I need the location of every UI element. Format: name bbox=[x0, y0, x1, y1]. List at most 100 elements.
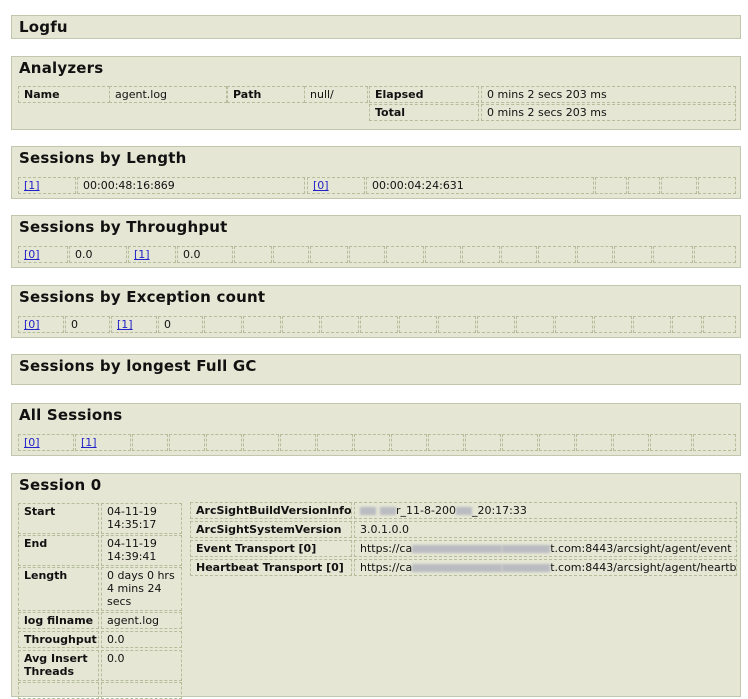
empty-cell bbox=[317, 434, 353, 451]
start-value: 04-11-19 14:35:17 bbox=[101, 503, 182, 534]
session-0-heading: Session 0 bbox=[19, 476, 102, 494]
build-version-value: r_11-8-200 _20:17:33 bbox=[354, 502, 737, 519]
path-label: Path bbox=[227, 86, 305, 103]
empty-cell bbox=[577, 246, 613, 263]
empty-cell bbox=[502, 434, 538, 451]
throughput-detail-value: 0.0 bbox=[101, 631, 182, 648]
empty-cell bbox=[465, 434, 501, 451]
name-value: agent.log bbox=[109, 86, 227, 103]
session-link[interactable]: [1] bbox=[117, 318, 133, 331]
length-link-cell: [1] bbox=[18, 177, 76, 194]
empty-cell bbox=[672, 316, 702, 333]
throughput-value: 0.0 bbox=[177, 246, 233, 263]
elapsed-label: Elapsed bbox=[369, 86, 479, 103]
redacted-block bbox=[360, 507, 376, 515]
avg-insert-threads-label: Avg Insert Threads bbox=[18, 650, 99, 681]
empty-cell bbox=[206, 434, 242, 451]
analyzers-heading: Analyzers bbox=[19, 59, 104, 77]
all-sessions-heading: All Sessions bbox=[19, 406, 123, 424]
length-value: 00:00:48:16:869 bbox=[77, 177, 305, 194]
session-link[interactable]: [0] bbox=[313, 179, 329, 192]
empty-cell bbox=[694, 246, 736, 263]
empty-cell bbox=[538, 246, 576, 263]
redacted-block bbox=[380, 507, 396, 515]
session-0-section: Session 0 Start 04-11-19 14:35:17 End 04… bbox=[11, 473, 741, 699]
empty-cell bbox=[594, 316, 632, 333]
end-label: End bbox=[18, 535, 99, 566]
all-sessions-link-cell: [1] bbox=[75, 434, 131, 451]
name-label: Name bbox=[18, 86, 110, 103]
exception-link-cell: [1] bbox=[111, 316, 157, 333]
event-transport-part-a: https://ca bbox=[360, 542, 413, 555]
session-link[interactable]: [0] bbox=[24, 318, 40, 331]
empty-cell bbox=[693, 434, 736, 451]
empty-cell bbox=[386, 246, 424, 263]
empty-cell bbox=[169, 434, 205, 451]
all-sessions-link-cell: [0] bbox=[18, 434, 74, 451]
heartbeat-transport-label: Heartbeat Transport [0] bbox=[190, 559, 352, 576]
empty-cell bbox=[428, 434, 464, 451]
log-filename-label: log filname bbox=[18, 612, 99, 629]
empty-cell bbox=[613, 434, 649, 451]
sessions-by-exception-heading: Sessions by Exception count bbox=[19, 288, 266, 306]
empty-cell bbox=[633, 316, 671, 333]
sessions-by-exception-section: Sessions by Exception count [0] 0 [1] 0 bbox=[11, 285, 741, 338]
length-link-cell: [0] bbox=[307, 177, 365, 194]
empty-cell bbox=[354, 434, 390, 451]
logfu-header: Logfu bbox=[11, 15, 741, 39]
empty-cell bbox=[650, 434, 692, 451]
empty-cell bbox=[501, 246, 537, 263]
heartbeat-transport-value: https://ca t.com:8443/arcsight/agent/hear… bbox=[354, 559, 737, 576]
session-link[interactable]: [1] bbox=[24, 179, 40, 192]
empty-cell bbox=[310, 246, 348, 263]
event-transport-label: Event Transport [0] bbox=[190, 540, 352, 557]
empty-cell bbox=[539, 434, 575, 451]
build-version-part-b: _20:17:33 bbox=[471, 504, 527, 517]
length-label: Length bbox=[18, 567, 99, 611]
empty-cell bbox=[234, 246, 272, 263]
empty-cell bbox=[349, 246, 385, 263]
heartbeat-transport-part-a: https://ca bbox=[360, 561, 413, 574]
empty-cell bbox=[243, 316, 281, 333]
session-link[interactable]: [0] bbox=[24, 248, 40, 261]
redacted-block bbox=[455, 507, 472, 515]
empty-cell bbox=[614, 246, 652, 263]
empty-cell bbox=[425, 246, 461, 263]
empty-cell bbox=[653, 246, 693, 263]
all-sessions-section: All Sessions [0] [1] bbox=[11, 403, 741, 456]
redacted-block bbox=[412, 564, 503, 572]
session-link[interactable]: [1] bbox=[81, 436, 97, 449]
empty-cell bbox=[595, 177, 627, 194]
empty-cell bbox=[391, 434, 427, 451]
sessions-by-gc-section: Sessions by longest Full GC bbox=[11, 354, 741, 385]
avg-insert-threads-value: 0.0 bbox=[101, 650, 182, 681]
empty-cell bbox=[132, 434, 168, 451]
sessions-by-gc-heading: Sessions by longest Full GC bbox=[19, 357, 257, 375]
redacted-block bbox=[502, 545, 551, 553]
redacted-block bbox=[502, 564, 551, 572]
session-link[interactable]: [0] bbox=[24, 436, 40, 449]
empty-cell bbox=[282, 316, 320, 333]
total-label: Total bbox=[369, 104, 479, 121]
throughput-label: Throughput bbox=[18, 631, 99, 648]
throughput-link-cell: [0] bbox=[18, 246, 68, 263]
end-value: 04-11-19 14:39:41 bbox=[101, 535, 182, 566]
empty-cell bbox=[703, 316, 736, 333]
session-link[interactable]: [1] bbox=[134, 248, 150, 261]
sessions-by-length-heading: Sessions by Length bbox=[19, 149, 187, 167]
empty-cell bbox=[516, 316, 554, 333]
truncated-row-cell bbox=[18, 682, 99, 699]
empty-cell bbox=[204, 316, 242, 333]
empty-cell bbox=[438, 316, 476, 333]
empty-cell bbox=[698, 177, 736, 194]
empty-cell bbox=[628, 177, 660, 194]
empty-cell bbox=[321, 316, 359, 333]
sessions-by-length-section: Sessions by Length [1] 00:00:48:16:869 [… bbox=[11, 146, 741, 199]
path-value: null/ bbox=[304, 86, 368, 103]
start-label: Start bbox=[18, 503, 99, 534]
empty-cell bbox=[576, 434, 612, 451]
exception-link-cell: [0] bbox=[18, 316, 64, 333]
build-version-label: ArcSightBuildVersionInfo bbox=[190, 502, 352, 519]
empty-cell bbox=[280, 434, 316, 451]
truncated-row-cell bbox=[101, 682, 182, 699]
